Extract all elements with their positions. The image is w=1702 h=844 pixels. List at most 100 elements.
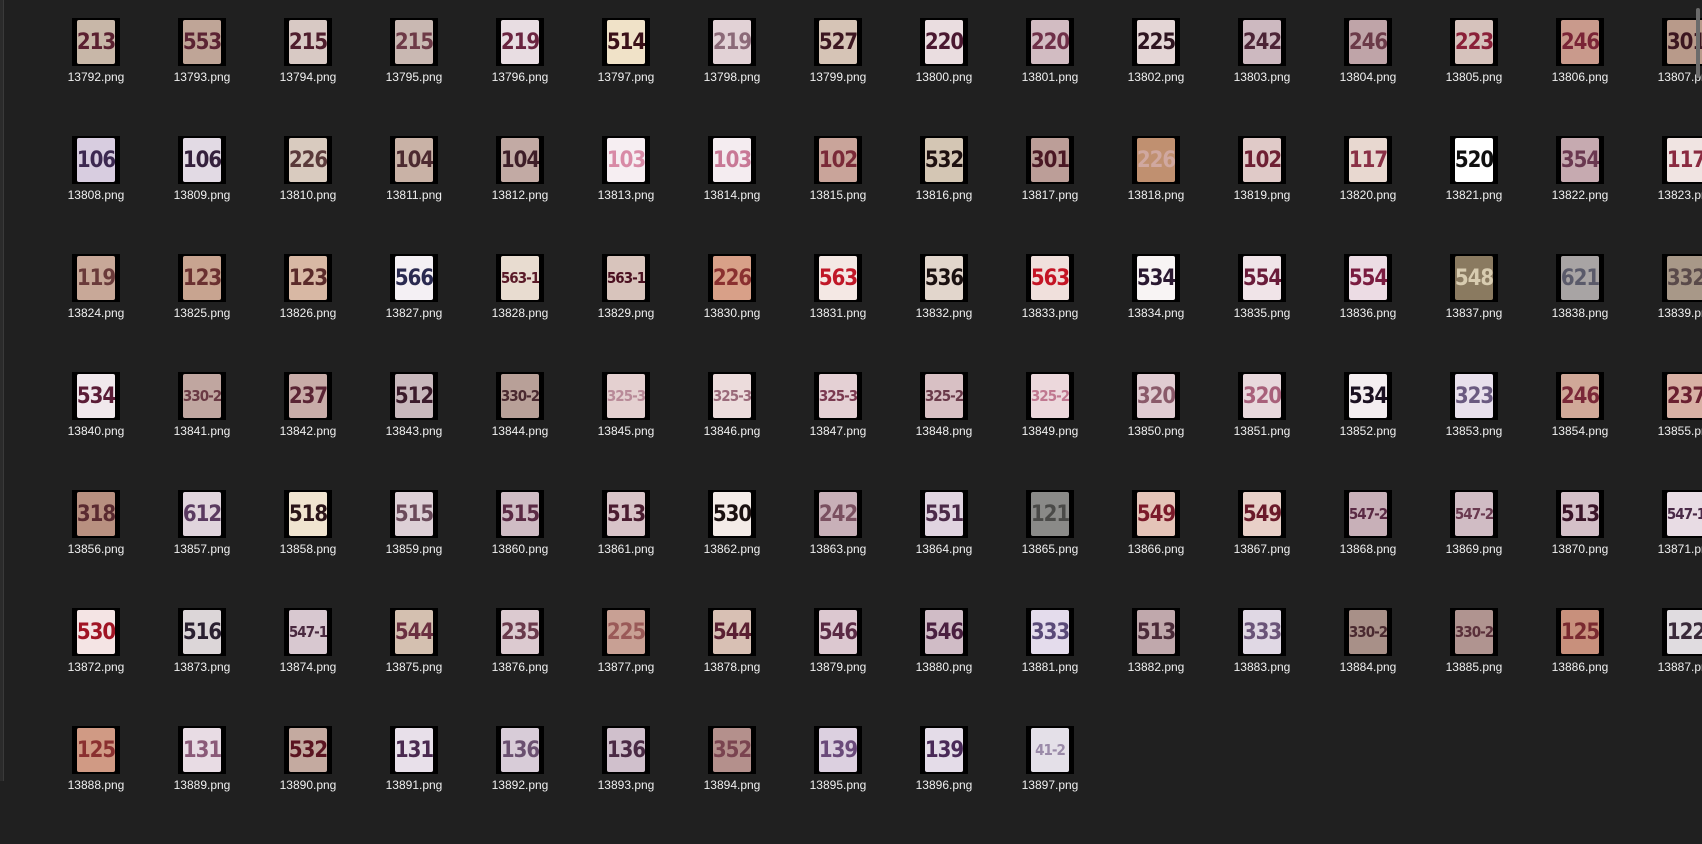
file-item[interactable]: 131 13889.png	[150, 726, 256, 844]
file-item[interactable]: 515 13859.png	[362, 490, 468, 608]
file-thumbnail[interactable]: 515	[390, 490, 438, 538]
file-item[interactable]: 563-1 13828.png	[468, 254, 574, 372]
file-item[interactable]: 11713823.png	[1634, 136, 1702, 254]
file-item[interactable]: 534 13834.png	[1104, 254, 1210, 372]
file-item[interactable]: 544 13875.png	[362, 608, 468, 726]
file-thumbnail[interactable]: 544	[390, 608, 438, 656]
file-item[interactable]: 320 13851.png	[1210, 372, 1316, 490]
file-thumbnail[interactable]: 330-2	[1450, 608, 1498, 656]
file-item[interactable]: 30113807.png	[1634, 18, 1702, 136]
file-item[interactable]: 131 13891.png	[362, 726, 468, 844]
file-item[interactable]: 246 13804.png	[1316, 18, 1422, 136]
file-item[interactable]: 325-2 13849.png	[998, 372, 1104, 490]
file-thumbnail[interactable]: 534	[72, 372, 120, 420]
file-item[interactable]: 553 13793.png	[150, 18, 256, 136]
file-item[interactable]: 612 13857.png	[150, 490, 256, 608]
file-thumbnail[interactable]: 246	[1556, 18, 1604, 66]
file-item[interactable]: 103 13813.png	[574, 136, 680, 254]
file-item[interactable]: 219 13798.png	[680, 18, 786, 136]
file-item[interactable]: 532 13816.png	[892, 136, 998, 254]
file-thumbnail[interactable]: 246	[1556, 372, 1604, 420]
file-item[interactable]: 563-1 13829.png	[574, 254, 680, 372]
file-item[interactable]: 352 13894.png	[680, 726, 786, 844]
file-thumbnail[interactable]: 549	[1238, 490, 1286, 538]
file-item[interactable]: 513 13870.png	[1528, 490, 1634, 608]
file-thumbnail[interactable]: 121	[1026, 490, 1074, 538]
file-thumbnail[interactable]: 219	[708, 18, 756, 66]
file-thumbnail[interactable]: 518	[284, 490, 332, 538]
file-item[interactable]: 513 13882.png	[1104, 608, 1210, 726]
file-item[interactable]: 125 13886.png	[1528, 608, 1634, 726]
file-thumbnail[interactable]: 219	[496, 18, 544, 66]
file-item[interactable]: 320 13850.png	[1104, 372, 1210, 490]
file-thumbnail[interactable]: 220	[1026, 18, 1074, 66]
file-item[interactable]: 520 13821.png	[1422, 136, 1528, 254]
file-item[interactable]: 123 13825.png	[150, 254, 256, 372]
file-thumbnail[interactable]: 220	[920, 18, 968, 66]
file-thumbnail[interactable]: 547-2	[1344, 490, 1392, 538]
file-thumbnail[interactable]: 513	[1132, 608, 1180, 656]
file-item[interactable]: 41-2 13897.png	[998, 726, 1104, 844]
file-item[interactable]: 220 13800.png	[892, 18, 998, 136]
file-thumbnail[interactable]: 318	[72, 490, 120, 538]
vertical-scrollbar[interactable]	[1694, 0, 1700, 781]
file-item[interactable]: 548 13837.png	[1422, 254, 1528, 372]
file-item[interactable]: 125 13888.png	[44, 726, 150, 844]
file-item[interactable]: 12213887.png	[1634, 608, 1702, 726]
file-thumbnail[interactable]: 544	[708, 608, 756, 656]
file-item[interactable]: 226 13818.png	[1104, 136, 1210, 254]
file-thumbnail[interactable]: 325-3	[708, 372, 756, 420]
file-thumbnail[interactable]: 532	[284, 726, 332, 774]
file-thumbnail[interactable]: 534	[1344, 372, 1392, 420]
file-thumbnail[interactable]: 536	[920, 254, 968, 302]
file-thumbnail[interactable]: 117	[1344, 136, 1392, 184]
file-thumbnail[interactable]: 514	[602, 18, 650, 66]
file-thumbnail[interactable]: 520	[1450, 136, 1498, 184]
file-item[interactable]: 117 13820.png	[1316, 136, 1422, 254]
file-thumbnail[interactable]: 527	[814, 18, 862, 66]
file-thumbnail[interactable]: 549	[1132, 490, 1180, 538]
file-item[interactable]: 547-1 13874.png	[256, 608, 362, 726]
file-thumbnail[interactable]: 123	[284, 254, 332, 302]
scrollbar-thumb[interactable]	[1696, 8, 1700, 78]
file-item[interactable]: 518 13858.png	[256, 490, 362, 608]
file-item[interactable]: 102 13815.png	[786, 136, 892, 254]
file-item[interactable]: 136 13893.png	[574, 726, 680, 844]
file-item[interactable]: 123 13826.png	[256, 254, 362, 372]
file-thumbnail[interactable]: 136	[602, 726, 650, 774]
file-item[interactable]: 246 13854.png	[1528, 372, 1634, 490]
file-thumbnail[interactable]: 325-3	[602, 372, 650, 420]
file-thumbnail[interactable]: 320	[1238, 372, 1286, 420]
file-thumbnail[interactable]: 554	[1344, 254, 1392, 302]
file-item[interactable]: 242 13803.png	[1210, 18, 1316, 136]
file-item[interactable]: 119 13824.png	[44, 254, 150, 372]
file-thumbnail[interactable]: 325-2	[920, 372, 968, 420]
file-item[interactable]: 106 13809.png	[150, 136, 256, 254]
file-thumbnail[interactable]: 215	[284, 18, 332, 66]
file-thumbnail[interactable]: 548	[1450, 254, 1498, 302]
file-thumbnail[interactable]: 330-2	[496, 372, 544, 420]
file-thumbnail[interactable]: 139	[920, 726, 968, 774]
file-item[interactable]: 139 13896.png	[892, 726, 998, 844]
file-item[interactable]: 225 13802.png	[1104, 18, 1210, 136]
file-item[interactable]: 530 13872.png	[44, 608, 150, 726]
file-thumbnail[interactable]: 330-2	[178, 372, 226, 420]
file-item[interactable]: 330-2 13884.png	[1316, 608, 1422, 726]
file-item[interactable]: 330-2 13844.png	[468, 372, 574, 490]
file-item[interactable]: 325-3 13846.png	[680, 372, 786, 490]
file-item[interactable]: 102 13819.png	[1210, 136, 1316, 254]
file-thumbnail[interactable]: 131	[178, 726, 226, 774]
file-item[interactable]: 104 13812.png	[468, 136, 574, 254]
file-item[interactable]: 333 13883.png	[1210, 608, 1316, 726]
file-item[interactable]: 563 13831.png	[786, 254, 892, 372]
file-thumbnail[interactable]: 354	[1556, 136, 1604, 184]
file-thumbnail[interactable]: 242	[1238, 18, 1286, 66]
file-item[interactable]: 551 13864.png	[892, 490, 998, 608]
file-thumbnail[interactable]: 223	[1450, 18, 1498, 66]
file-item[interactable]: 325-3 13847.png	[786, 372, 892, 490]
file-item[interactable]: 527 13799.png	[786, 18, 892, 136]
file-item[interactable]: 563 13833.png	[998, 254, 1104, 372]
file-item[interactable]: 530 13862.png	[680, 490, 786, 608]
file-item[interactable]: 547-2 13868.png	[1316, 490, 1422, 608]
file-item[interactable]: 547-113871.png	[1634, 490, 1702, 608]
